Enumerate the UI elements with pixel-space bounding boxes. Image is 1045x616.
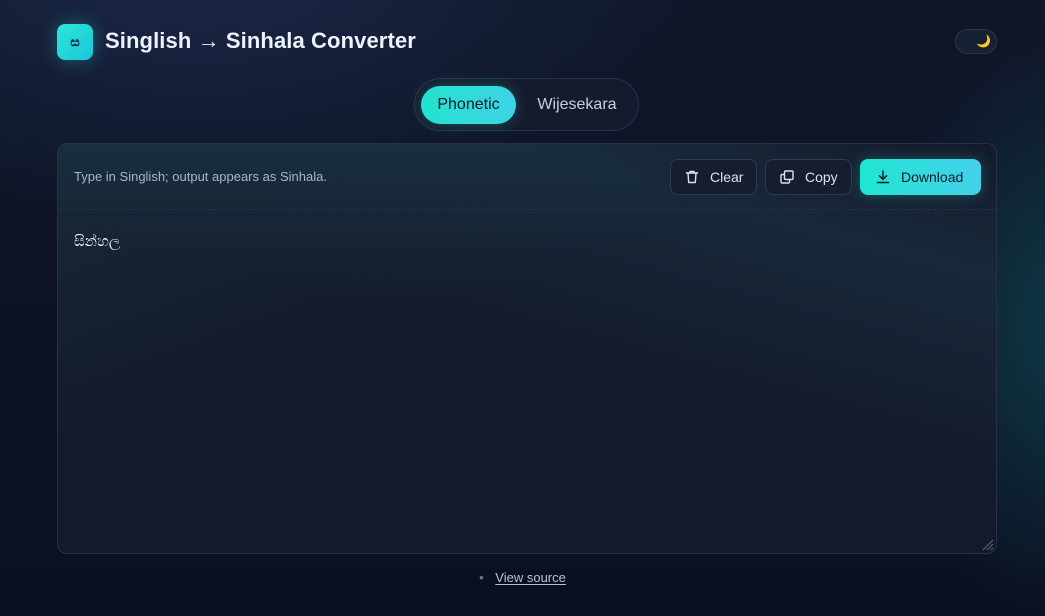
copy-icon bbox=[780, 170, 794, 184]
moon-icon: 🌙 bbox=[976, 34, 991, 48]
footer: • View source bbox=[0, 570, 1045, 590]
footer-bullet: • bbox=[479, 570, 484, 585]
copy-button-label: Copy bbox=[805, 169, 838, 185]
copy-button[interactable]: Copy bbox=[765, 159, 852, 195]
clear-button[interactable]: Clear bbox=[670, 159, 757, 195]
download-button[interactable]: Download bbox=[860, 159, 981, 195]
view-source-link[interactable]: View source bbox=[495, 570, 566, 585]
editor-toolbar: Type in Singlish; output appears as Sinh… bbox=[58, 144, 996, 210]
logo-icon: ස bbox=[57, 24, 93, 60]
trash-icon bbox=[685, 170, 699, 184]
editor-card: Type in Singlish; output appears as Sinh… bbox=[57, 143, 997, 554]
logo-glyph: ස bbox=[70, 34, 80, 50]
tab-wijesekara[interactable]: Wijesekara bbox=[521, 86, 633, 124]
editor-hint: Type in Singlish; output appears as Sinh… bbox=[74, 169, 327, 184]
resize-handle-icon[interactable] bbox=[982, 539, 994, 551]
page-title: Singlish → Sinhala Converter bbox=[105, 28, 416, 53]
app-header: ස Singlish → Sinhala Converter 🌙 bbox=[57, 24, 997, 60]
editor-textarea[interactable]: සින්හල bbox=[74, 232, 120, 250]
download-icon bbox=[876, 170, 890, 184]
download-button-label: Download bbox=[901, 169, 964, 185]
tab-phonetic[interactable]: Phonetic bbox=[421, 86, 516, 124]
clear-button-label: Clear bbox=[710, 169, 744, 185]
theme-toggle[interactable]: 🌙 bbox=[955, 29, 997, 54]
mode-tabs: Phonetic Wijesekara bbox=[414, 78, 639, 131]
